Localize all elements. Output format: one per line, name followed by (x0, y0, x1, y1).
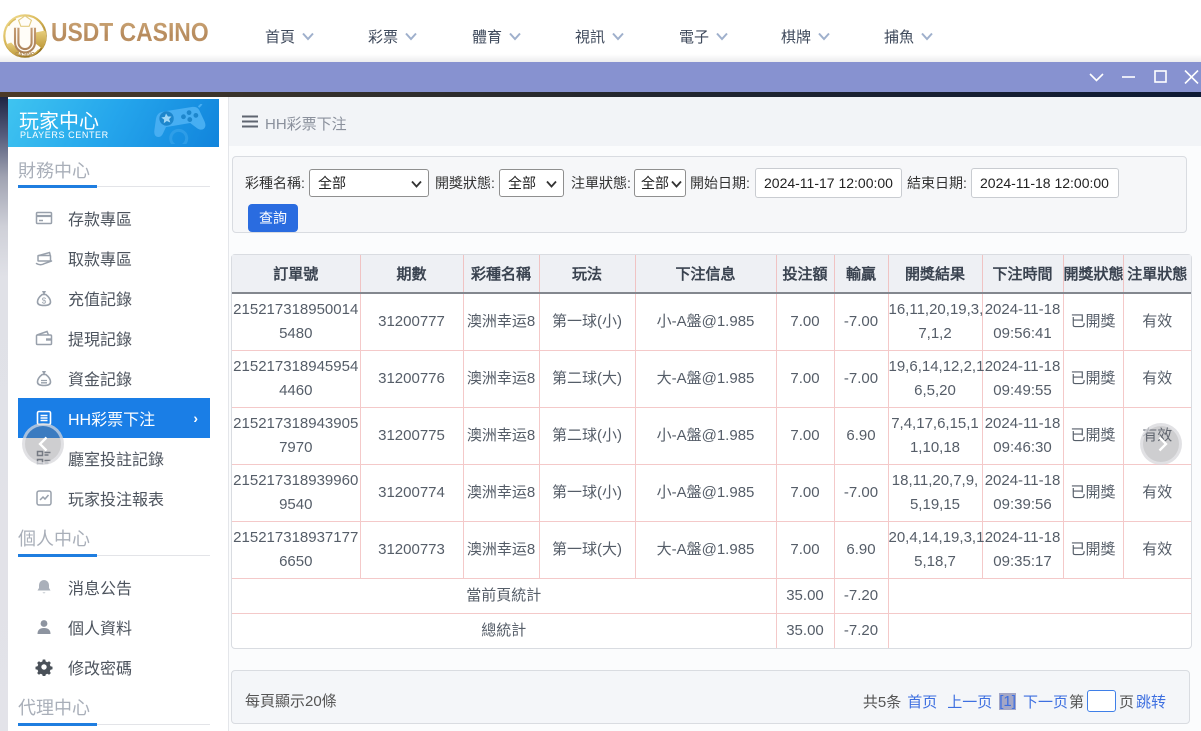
svg-text:$: $ (42, 297, 47, 306)
svg-text:CASINO: CASINO (15, 52, 35, 58)
